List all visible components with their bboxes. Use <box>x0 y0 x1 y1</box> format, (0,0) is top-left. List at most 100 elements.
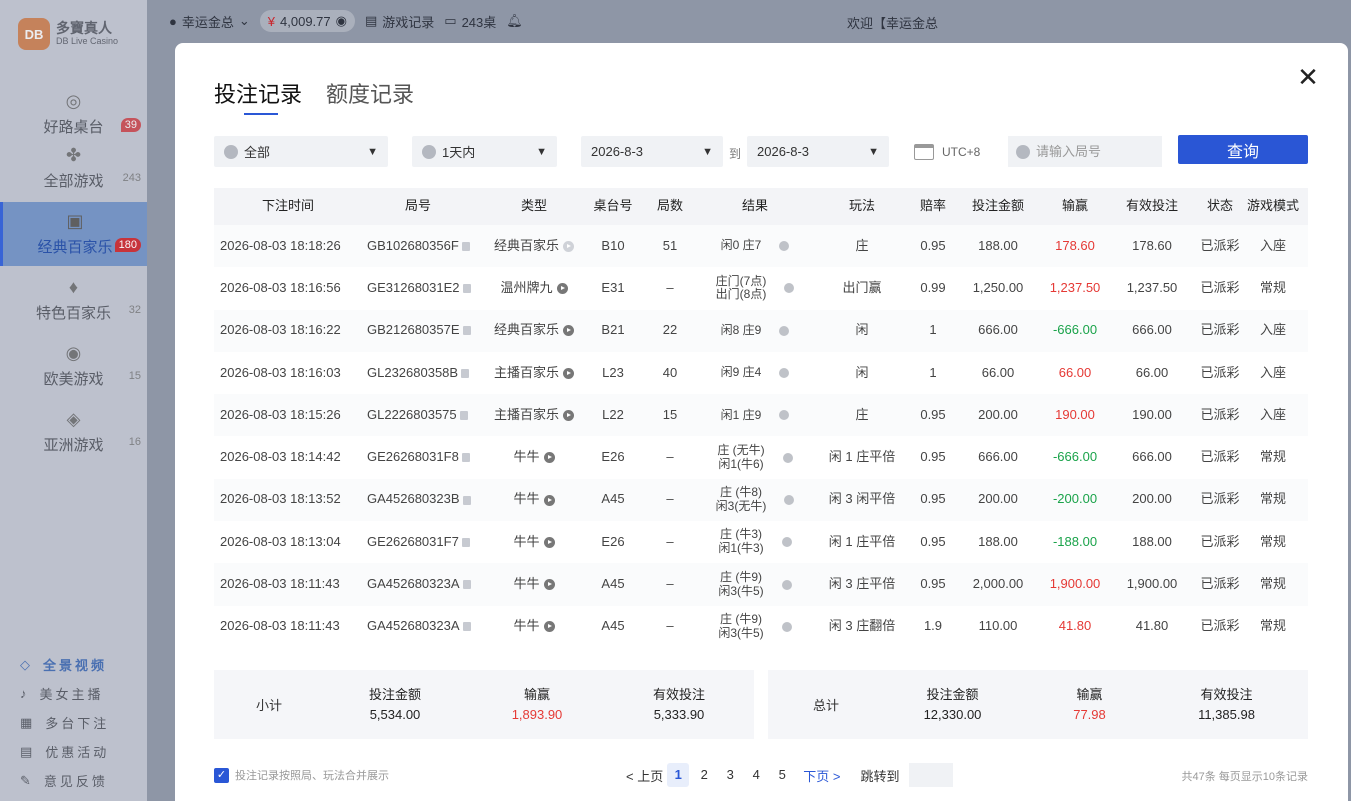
prev-page-button[interactable]: < 上页 <box>626 766 663 785</box>
table-header: 下注时间 局号 类型 桌台号 局数 结果 玩法 赔率 投注金额 输赢 有效投注 … <box>214 188 1308 225</box>
copy-icon[interactable] <box>461 537 470 547</box>
page-button[interactable]: 4 <box>745 763 767 787</box>
copy-icon[interactable] <box>461 368 470 378</box>
play-video-icon[interactable] <box>543 579 555 591</box>
bet-time: 2026-08-03 18:11:43 <box>220 576 340 592</box>
game-type: 牛牛 <box>486 576 582 592</box>
chip-icon: ◉ <box>65 343 82 363</box>
bet-records-table: 下注时间 局号 类型 桌台号 局数 结果 玩法 赔率 投注金额 输赢 有效投注 … <box>214 188 1308 648</box>
column-header: 赔率 <box>919 198 946 214</box>
game-mode: 常规 <box>1259 533 1286 549</box>
caret-down-icon: ▼ <box>702 145 713 158</box>
info-icon[interactable] <box>781 579 792 590</box>
roulette-icon: ◎ <box>65 91 82 111</box>
result: 庄门(7点) 出门(8点) <box>696 274 814 303</box>
timezone[interactable]: UTC+8 <box>914 144 980 160</box>
chevron-down-icon: ⌄ <box>238 13 250 28</box>
valid-bet: 666.00 <box>1132 449 1172 465</box>
bet-time: 2026-08-03 18:16:03 <box>220 364 341 380</box>
table-no: B21 <box>601 322 625 338</box>
total-bet: 12,330.00 <box>923 706 982 722</box>
game-records-link[interactable]: ▤ 游戏记录 <box>365 12 434 31</box>
bell-icon[interactable]: 🔔︎ <box>506 13 523 29</box>
sidebar-item-asian-games[interactable]: ◈ 亚洲游戏 16 <box>0 400 147 464</box>
table-icon: ▭ <box>444 13 457 28</box>
tab-credit-records[interactable]: 额度记录 <box>326 77 414 109</box>
tab-bet-records[interactable]: 投注记录 <box>214 77 302 115</box>
column-header: 局数 <box>656 198 683 214</box>
edit-icon: ✎ <box>20 772 34 788</box>
info-icon[interactable] <box>779 368 790 379</box>
multi-bet-link[interactable]: ▦ 多台下注 <box>20 708 109 737</box>
sidebar-item-classic-baccarat[interactable]: ▣ 经典百家乐 180 <box>0 202 147 266</box>
sidebar-item-special-baccarat[interactable]: ♦ 特色百家乐 32 <box>0 268 147 332</box>
copy-icon[interactable] <box>461 453 470 463</box>
copy-icon[interactable] <box>461 241 470 251</box>
info-icon[interactable] <box>779 410 790 421</box>
play-video-icon[interactable] <box>543 621 555 633</box>
copy-icon[interactable] <box>462 284 471 294</box>
status: 已派彩 <box>1200 322 1240 338</box>
page-button[interactable]: 2 <box>693 763 715 787</box>
feedback-link[interactable]: ✎ 意见反馈 <box>20 766 109 795</box>
merge-checkbox[interactable]: ✓ 投注记录按照局、玩法合并展示 <box>214 767 389 783</box>
info-icon[interactable] <box>784 283 795 294</box>
info-icon[interactable] <box>779 325 790 336</box>
record-totals: 共47条 每页显示10条记录 <box>1181 771 1308 783</box>
round-no: 51 <box>662 237 678 253</box>
period-select[interactable]: 1天内 ▼ <box>412 136 557 167</box>
result: 庄 (牛9) 闲3(牛5) <box>696 570 814 599</box>
panorama-video-link[interactable]: ◇ 全景视频 <box>20 650 109 679</box>
play-video-icon[interactable] <box>556 283 568 295</box>
info-icon[interactable] <box>781 537 792 548</box>
page-button[interactable]: 1 <box>667 763 690 787</box>
jump-page-input[interactable] <box>909 763 954 787</box>
copy-icon[interactable] <box>462 326 471 336</box>
info-icon[interactable] <box>784 494 795 505</box>
game-mode: 入座 <box>1259 364 1286 380</box>
play-video-icon[interactable] <box>563 409 574 421</box>
table-row: 2026-08-03 18:13:04 GE26268031F7 牛牛 E26 – 庄 (… <box>214 521 1308 564</box>
odds: 1.9 <box>923 618 943 634</box>
bet-time: 2026-08-03 18:13:52 <box>220 491 341 507</box>
bet-amount: 110.00 <box>978 618 1018 634</box>
win-loss: 1,237.50 <box>1049 279 1101 295</box>
close-icon[interactable]: ✕ <box>1296 64 1320 90</box>
game-filter-select[interactable]: 全部 ▼ <box>214 136 388 167</box>
game-icon <box>224 144 238 159</box>
play-video-icon[interactable] <box>543 452 555 464</box>
copy-icon[interactable] <box>462 622 471 632</box>
bet-amount: 66.00 <box>981 364 1015 380</box>
copy-icon[interactable] <box>462 495 471 505</box>
subtotal-wl: 1,893.90 <box>511 706 563 722</box>
sidebar-item-all-games[interactable]: ✤ 全部游戏 243 <box>0 136 147 200</box>
play-video-icon[interactable] <box>543 494 555 506</box>
user-menu[interactable]: ● 幸运金总 ⌄ <box>169 12 250 31</box>
copy-icon[interactable] <box>462 580 471 590</box>
play-video-icon[interactable] <box>563 240 574 252</box>
promotions-link[interactable]: ▤ 优惠活动 <box>20 737 109 766</box>
date-from-select[interactable]: 2026-8-3 ▼ <box>581 136 723 167</box>
info-icon[interactable] <box>781 621 792 632</box>
play-video-icon[interactable] <box>563 367 574 379</box>
play-video-icon[interactable] <box>563 325 574 337</box>
query-button[interactable]: 查询 <box>1178 135 1308 164</box>
game-mode: 常规 <box>1259 576 1286 592</box>
win-loss: -666.00 <box>1052 322 1098 338</box>
play-video-icon[interactable] <box>543 536 555 548</box>
host-link[interactable]: ♪ 美女主播 <box>20 679 109 708</box>
round-id-input[interactable] <box>1036 144 1156 159</box>
win-loss: -200.00 <box>1052 491 1098 507</box>
game-mode: 常规 <box>1259 279 1286 295</box>
bottom-links: ◇ 全景视频 ♪ 美女主播 ▦ 多台下注 ▤ 优惠活动 ✎ 意见反馈 <box>20 650 109 795</box>
info-icon[interactable] <box>782 452 793 463</box>
page-button[interactable]: 5 <box>771 763 793 787</box>
odds: 1 <box>929 322 937 338</box>
eye-icon[interactable]: ◉ <box>336 13 347 29</box>
info-icon[interactable] <box>779 241 790 252</box>
sidebar-item-western-games[interactable]: ◉ 欧美游戏 15 <box>0 334 147 398</box>
page-button[interactable]: 3 <box>719 763 741 787</box>
next-page-button[interactable]: 下页 > <box>803 766 840 785</box>
date-to-select[interactable]: 2026-8-3 ▼ <box>747 136 889 167</box>
copy-icon[interactable] <box>459 410 468 420</box>
